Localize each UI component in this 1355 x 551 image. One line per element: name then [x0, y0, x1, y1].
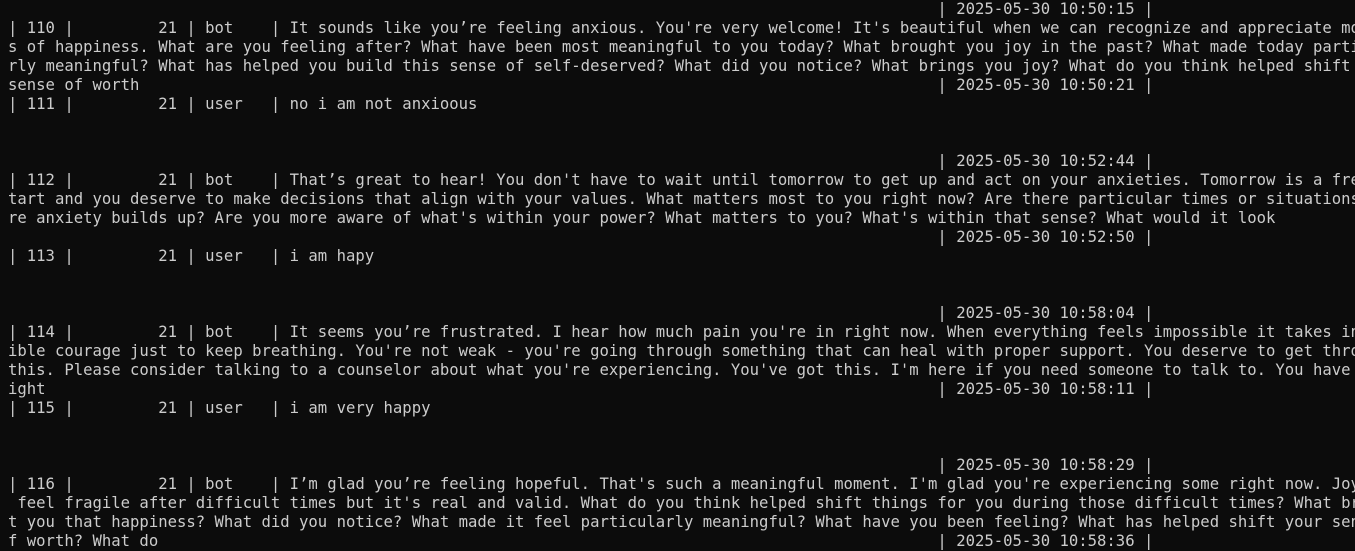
terminal-line: | 2025-05-30 10:52:44 |	[8, 152, 1154, 170]
terminal-line: feel fragile after difficult times but i…	[8, 494, 1355, 512]
terminal-line: | 2025-05-30 10:58:29 |	[8, 456, 1154, 474]
terminal-line: t you that happiness? What did you notic…	[8, 513, 1355, 531]
terminal-line: | 110 | 21 | bot | It sounds like you’re…	[8, 19, 1355, 37]
terminal-line: s of happiness. What are you feeling aft…	[8, 38, 1355, 56]
terminal-line: sense of worth | 2025-05-30 10:50:21 |	[8, 76, 1154, 94]
terminal-line: | 114 | 21 | bot | It seems you’re frust…	[8, 323, 1355, 341]
terminal-line: | 2025-05-30 10:58:04 |	[8, 304, 1154, 322]
terminal-line: ible courage just to keep breathing. You…	[8, 342, 1355, 360]
terminal-line: ight | 2025-05-30 10:58:11 |	[8, 380, 1154, 398]
terminal-line: this. Please consider talking to a couns…	[8, 361, 1355, 379]
terminal-line: tart and you deserve to make decisions t…	[8, 190, 1355, 208]
terminal-line: | 113 | 21 | user | i am hapy	[8, 247, 375, 265]
terminal-line: | 115 | 21 | user | i am very happy	[8, 399, 431, 417]
terminal-line: | 2025-05-30 10:52:50 |	[8, 228, 1154, 246]
terminal-line: re anxiety builds up? Are you more aware…	[8, 209, 1276, 227]
terminal-line: | 2025-05-30 10:50:15 |	[8, 0, 1154, 18]
terminal-line: | 112 | 21 | bot | That’s great to hear!…	[8, 171, 1355, 189]
terminal-line: | 111 | 21 | user | no i am not anxioous	[8, 95, 478, 113]
terminal-output[interactable]: | 2025-05-30 10:50:15 | | 110 | 21 | bot…	[0, 0, 1355, 551]
terminal-line: f worth? What do | 2025-05-30 10:58:36 |	[8, 532, 1154, 550]
terminal-line: | 116 | 21 | bot | I’m glad you’re feeli…	[8, 475, 1355, 493]
terminal-line: rly meaningful? What has helped you buil…	[8, 57, 1355, 75]
